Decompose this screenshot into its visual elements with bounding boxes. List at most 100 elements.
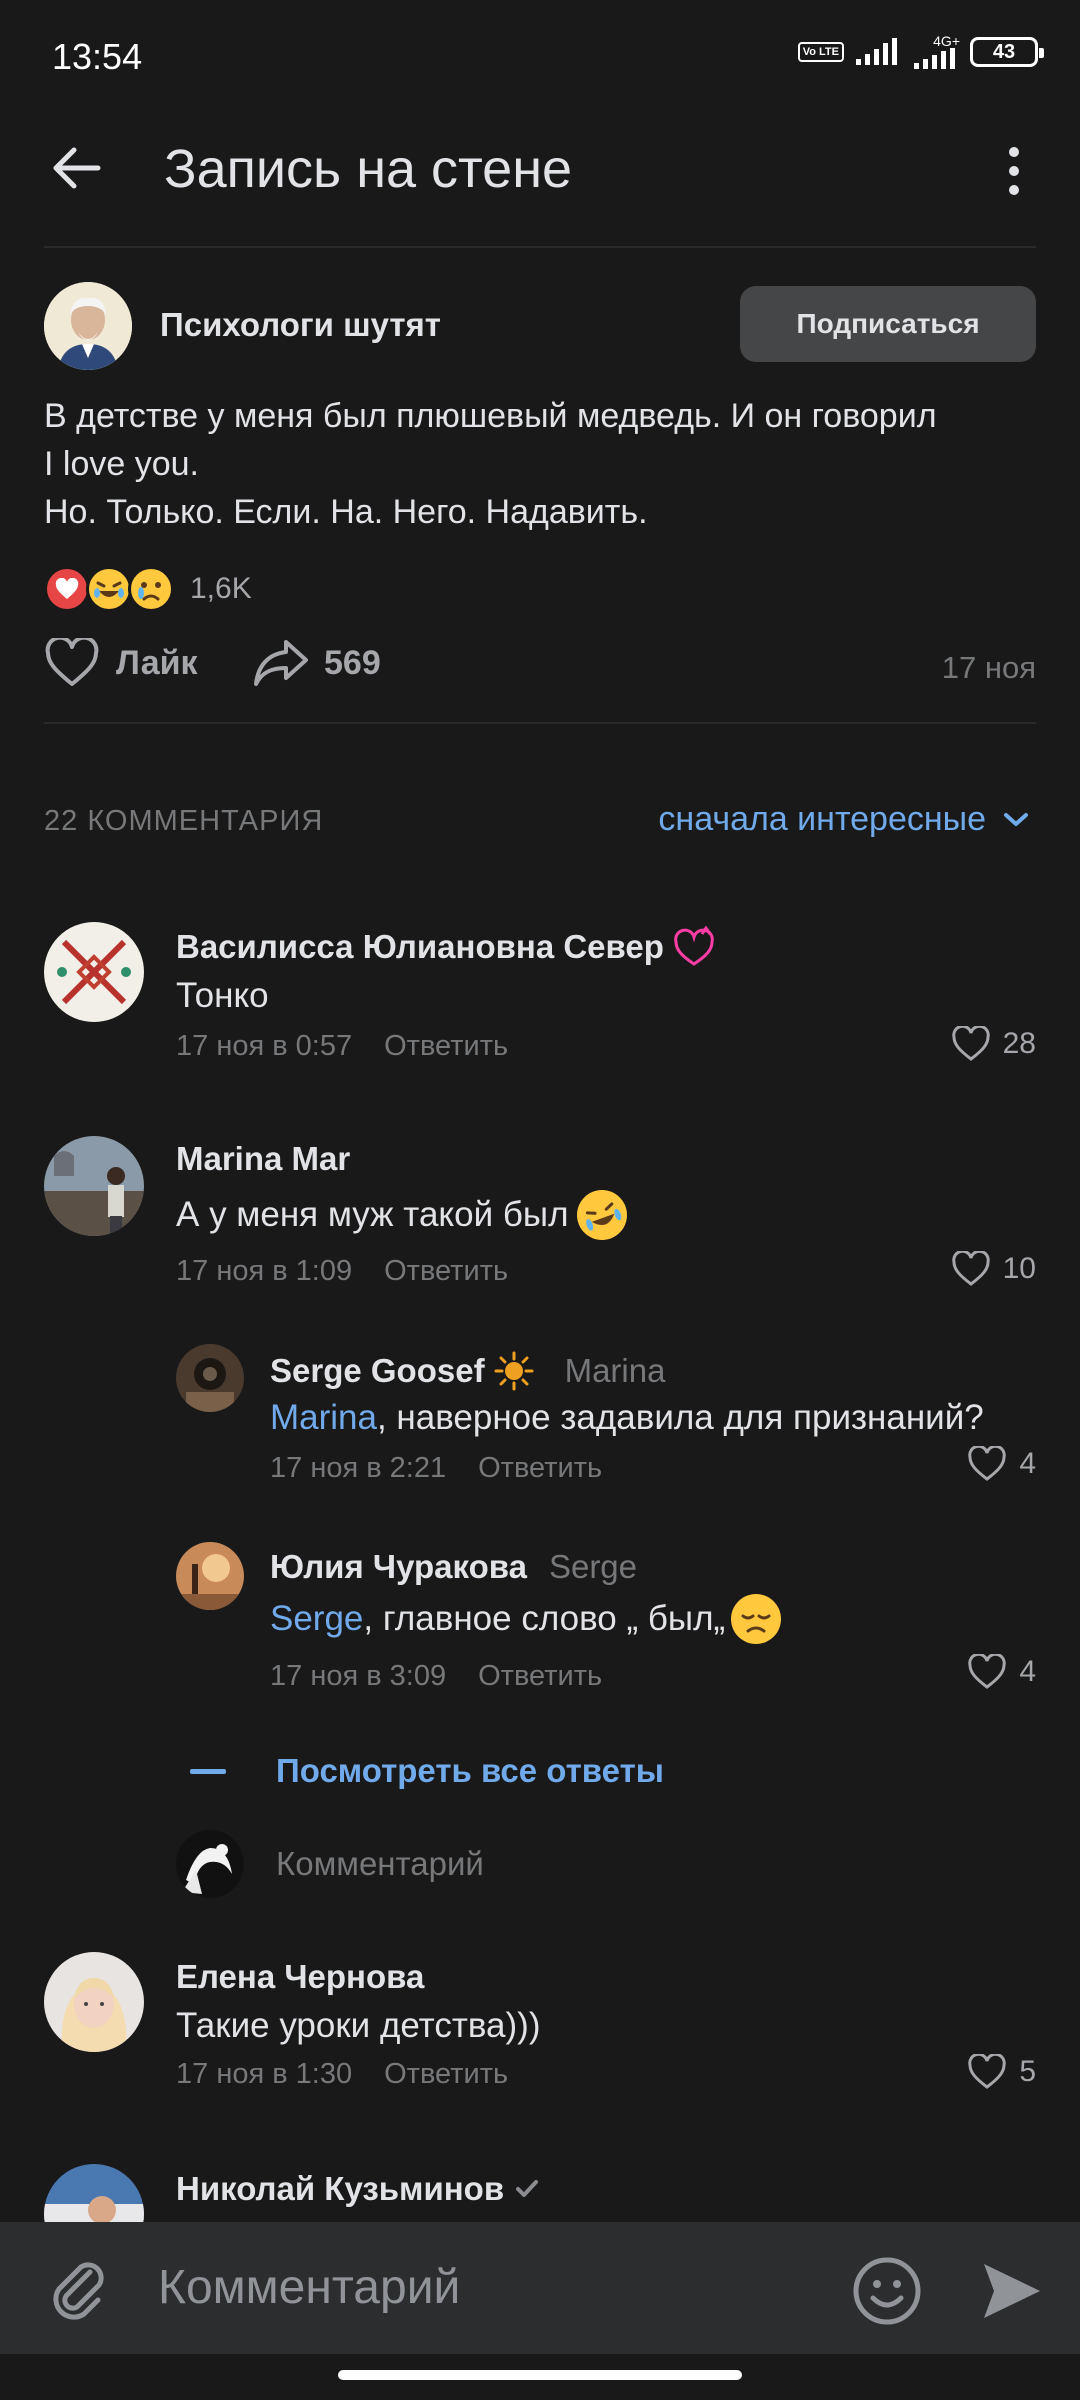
comment-likes: 10 [1002,1252,1036,1285]
heart-reaction-icon [44,566,90,612]
more-vertical-icon [1009,147,1019,195]
avatar-image [176,1830,244,1898]
subscribe-button[interactable]: Подписаться [740,286,1036,362]
comment-text: Такие уроки детства))) [176,2006,541,2045]
more-button[interactable] [996,146,1032,196]
heart-badge-icon [674,926,714,966]
comment-like-button[interactable]: 10 [951,1251,1036,1287]
comment-meta: 17 ноя в 1:30 Ответить [176,2058,508,2091]
comment-like-button[interactable]: 5 [967,2054,1036,2090]
reply-button[interactable]: Ответить [384,2058,508,2091]
comment-author-name: Николай Кузьминов [176,2170,505,2207]
show-all-replies-label: Посмотреть все ответы [276,1752,664,1789]
reply-date: 17 ноя в 3:09 [270,1660,447,1692]
reactions-count: 1,6K [190,572,252,605]
avatar-image [44,1136,144,1236]
volte-icon: Vo LTE [797,42,844,62]
reply-like-button[interactable]: 4 [967,1654,1036,1690]
reply-text-body: , наверное задавила для признаний? [376,1398,984,1437]
avatar-image [176,1344,244,1412]
reply-meta: 17 ноя в 3:09 Ответить [270,1660,602,1693]
post-text-line: I love you. [44,445,199,483]
group-name[interactable]: Психологи шутят [160,306,441,344]
emoji-button[interactable] [852,2256,922,2326]
attach-button[interactable] [46,2256,112,2322]
comment-meta: 17 ноя в 1:09 Ответить [176,1255,508,1288]
page-title: Запись на стене [164,139,573,199]
comment-author[interactable]: Елена Чернова [176,1958,424,1996]
like-label: Лайк [116,643,198,682]
share-icon [254,640,308,686]
comment-date: 17 ноя в 0:57 [176,1030,353,1062]
battery-icon: 43 [970,37,1044,67]
collapse-dash-icon [190,1768,226,1774]
comment-text: Тонко [176,976,269,1015]
verified-check-icon [516,2180,539,2197]
reply-author-name: Юлия Чуракова [270,1548,527,1585]
reply-author[interactable]: Юлия Чуракова Serge [270,1548,637,1586]
comment-likes: 5 [1019,2055,1036,2088]
heart-outline-icon [45,638,99,686]
home-indicator[interactable] [338,2370,742,2380]
send-button[interactable] [980,2260,1044,2322]
sort-dropdown[interactable]: сначала интересные [658,800,1030,839]
reply-likes: 4 [1019,1447,1036,1480]
reply-mention[interactable]: Marina [270,1398,377,1437]
comment-author-name: Елена Чернова [176,1958,425,1995]
comment-input[interactable]: Комментарий [158,2260,460,2315]
heart-outline-icon [968,1446,1007,1481]
heart-outline-icon [968,2054,1007,2089]
reply-to-name[interactable]: Marina [565,1352,666,1390]
show-all-replies-button[interactable]: Посмотреть все ответы [190,1752,664,1790]
reply-body: Serge, главное слово „ был„ [270,1594,782,1644]
crying-reaction-icon [128,566,174,612]
battery-level: 43 [992,40,1016,63]
signal-icon-2 [914,48,955,69]
reply-author[interactable]: Serge Goosef Marina [270,1350,665,1392]
shares-count: 569 [324,643,381,682]
comment-author[interactable]: Василисса Юлиановна Север [176,926,718,968]
comment-author-name: Marina Mar [176,1140,351,1177]
reply-to-name[interactable]: Serge [549,1548,637,1586]
reactions-summary[interactable]: 1,6K [44,566,252,612]
reply-button[interactable]: Ответить [384,1255,508,1288]
my-avatar [176,1830,244,1898]
reply-avatar[interactable] [176,1542,244,1610]
post-text-line: В детстве у меня был плюшевый медведь. И… [44,397,937,435]
smile-icon [853,2257,921,2325]
reply-date: 17 ноя в 2:21 [270,1452,447,1484]
status-icons: Vo LTE 4G+ 43 [797,34,1044,70]
comment-avatar[interactable] [44,922,144,1022]
like-button[interactable]: Лайк [44,638,198,688]
comment-like-button[interactable]: 28 [951,1026,1036,1062]
comment-avatar[interactable] [44,1952,144,2052]
comment-author[interactable]: Николай Кузьминов [176,2170,542,2208]
avatar-image [44,1952,144,2052]
reply-button[interactable]: Ответить [478,1452,602,1485]
comment-meta: 17 ноя в 0:57 Ответить [176,1030,508,1063]
reply-like-button[interactable]: 4 [967,1446,1036,1482]
back-button[interactable] [48,140,104,196]
network-indicator: 4G+ [912,34,960,70]
post-divider [44,722,1036,724]
comment-date: 17 ноя в 1:09 [176,1255,353,1287]
comment-author[interactable]: Marina Mar [176,1140,350,1178]
status-time: 13:54 [52,36,143,77]
reply-avatar[interactable] [176,1344,244,1412]
comment-date: 17 ноя в 1:30 [176,2058,353,2090]
reply-button[interactable]: Ответить [478,1660,602,1693]
reply-text-body: , главное слово „ был„ [363,1599,726,1638]
disappointed-emoji-icon [731,1594,782,1644]
share-button[interactable]: 569 [252,638,381,688]
reply-mention[interactable]: Serge [270,1599,363,1639]
reply-input[interactable]: Комментарий [276,1845,484,1883]
comment-author-name: Василисса Юлиановна Север [176,928,664,965]
reply-text: Marina, наверное задавила для признаний? [270,1398,984,1438]
sun-badge-icon [494,1351,534,1391]
group-avatar[interactable] [44,282,132,370]
reply-button[interactable]: Ответить [384,1030,508,1063]
heart-outline-icon [951,1026,990,1061]
chevron-down-icon [1004,812,1028,826]
comment-avatar[interactable] [44,1136,144,1236]
comment-body: А у меня муж такой был [176,1190,627,1240]
